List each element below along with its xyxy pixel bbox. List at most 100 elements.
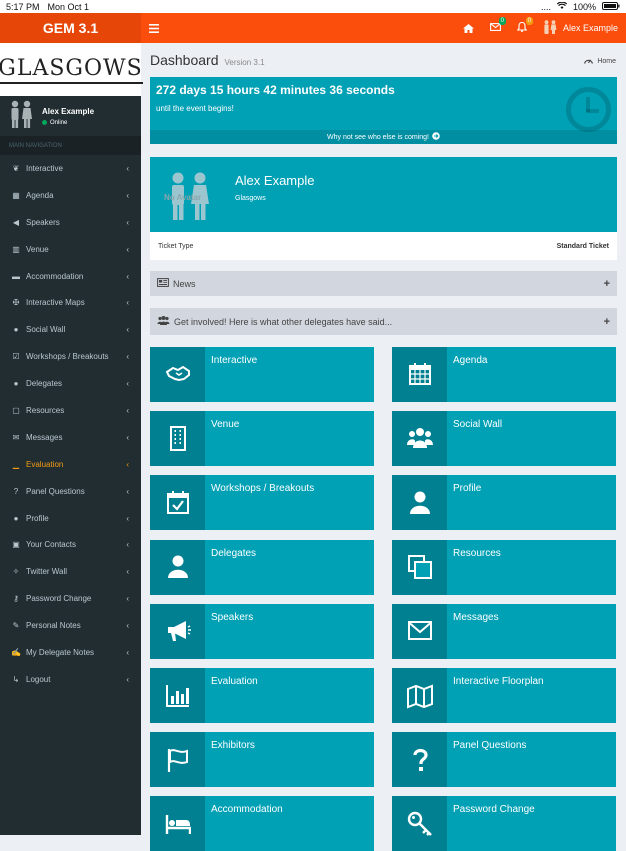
sidebar-item-workshops-breakouts[interactable]: ☑ Workshops / Breakouts ‹ (0, 343, 141, 370)
sidebar-item-logout[interactable]: ↳ Logout ‹ (0, 666, 141, 693)
sidebar-item-accommodation[interactable]: ▬ Accommodation ‹ (0, 263, 141, 290)
sidebar-item-speakers[interactable]: ◀ Speakers ‹ (0, 209, 141, 236)
sidebar-item-your-contacts[interactable]: ▣ Your Contacts ‹ (0, 531, 141, 558)
chevron-left-icon: ‹ (126, 621, 129, 631)
tile-interactive[interactable]: Interactive (150, 347, 374, 402)
tile-label: Delegates (211, 547, 257, 559)
sidebar-item-my-delegate-notes[interactable]: ✍ My Delegate Notes ‹ (0, 639, 141, 666)
tile-social-wall[interactable]: Social Wall (392, 411, 616, 467)
sidebar-item-label: Interactive Maps (26, 298, 85, 308)
megaphone-icon: ◀ (12, 217, 20, 227)
see-attendees-label: Why not see who else is coming! (327, 133, 429, 141)
tile-agenda[interactable]: Agenda (392, 347, 616, 402)
sidebar-item-messages[interactable]: ✉ Messages ‹ (0, 424, 141, 451)
user-icon (150, 539, 205, 595)
key-icon (392, 796, 447, 851)
tile-password-change[interactable]: Password Change (392, 796, 616, 851)
chevron-left-icon: ‹ (126, 567, 129, 577)
sidebar-item-resources[interactable]: ▢ Resources ‹ (0, 397, 141, 424)
see-attendees-link[interactable]: Why not see who else is coming! (150, 130, 617, 144)
profile-location: Glasgows (235, 195, 266, 202)
sidebar-item-label: Your Contacts (26, 540, 76, 550)
sidebar-item-label: Social Wall (26, 325, 66, 335)
signpost-icon: ✠ (12, 298, 20, 308)
sidebar-item-label: Resources (26, 405, 65, 415)
ticket-row: Ticket Type Standard Ticket (150, 232, 617, 260)
sidebar-item-interactive[interactable]: ❦ Interactive ‹ (0, 155, 141, 182)
sidebar-item-profile[interactable]: ● Profile ‹ (0, 505, 141, 532)
tile-venue[interactable]: Venue (150, 411, 374, 467)
tile-label: Interactive Floorplan (453, 676, 544, 687)
tile-label: Panel Questions (453, 740, 527, 752)
battery-percent: 100% (572, 1, 596, 12)
users-icon (157, 316, 170, 327)
sidebar-logo[interactable]: GLASGOWS (0, 43, 143, 96)
building-icon (150, 411, 205, 467)
tile-resources[interactable]: Resources (392, 539, 616, 595)
sidebar-item-personal-notes[interactable]: ✎ Personal Notes ‹ (0, 612, 141, 639)
tile-label: Resources (453, 547, 501, 559)
sidebar: GLASGOWS Alex Example Online MAIN NAVIGA… (0, 43, 143, 835)
megaphone-icon (150, 603, 205, 659)
status-date: Mon Oct 1 (47, 1, 90, 12)
tile-interactive-floorplan[interactable]: Interactive Floorplan (392, 668, 616, 723)
tile-delegates[interactable]: Delegates (150, 539, 374, 595)
expand-involved-icon[interactable]: + (604, 316, 610, 328)
chevron-left-icon: ‹ (126, 244, 129, 254)
sidebar-item-venue[interactable]: ▥ Venue ‹ (0, 236, 141, 263)
pencil-icon: ✎ (12, 621, 20, 631)
user-menu[interactable]: Alex Example (536, 20, 626, 36)
sidebar-item-panel-questions[interactable]: ? Panel Questions ‹ (0, 478, 141, 505)
tile-messages[interactable]: Messages (392, 603, 616, 659)
tile-label: Profile (453, 483, 482, 495)
tile-label: Agenda (453, 355, 488, 366)
tile-profile[interactable]: Profile (392, 475, 616, 531)
sidebar-item-delegates[interactable]: ● Delegates ‹ (0, 370, 141, 397)
breadcrumb[interactable]: Home (584, 57, 616, 66)
sidebar-item-agenda[interactable]: ▦ Agenda ‹ (0, 182, 141, 209)
expand-news-icon[interactable]: + (604, 278, 610, 290)
hamburger-icon[interactable] (149, 20, 159, 36)
chevron-left-icon: ‹ (126, 163, 129, 173)
newspaper-icon (157, 278, 169, 289)
status-bar: 5:17 PM Mon Oct 1 .... 100% (0, 0, 626, 13)
sidebar-item-social-wall[interactable]: ● Social Wall ‹ (0, 316, 141, 343)
tile-panel-questions[interactable]: Panel Questions (392, 732, 616, 788)
brand-logo[interactable]: GEM 3.1 (0, 13, 141, 43)
arrow-circle-right-icon (432, 132, 440, 142)
sidebar-item-label: Evaluation (26, 459, 64, 469)
notifications-nav-button[interactable]: 0 (509, 13, 536, 43)
chevron-left-icon: ‹ (126, 379, 129, 389)
messages-badge: 0 (498, 17, 506, 25)
sidebar-item-evaluation[interactable]: ▁ Evaluation ‹ (0, 451, 141, 478)
sidebar-item-password-change[interactable]: ⚷ Password Change ‹ (0, 585, 141, 612)
question-icon: ? (13, 486, 19, 496)
news-box[interactable]: News + (150, 271, 617, 296)
calendar-icon: ▦ (12, 190, 20, 200)
get-involved-box[interactable]: Get involved! Here is what other delegat… (150, 308, 617, 335)
messages-nav-button[interactable]: 0 (482, 13, 509, 43)
users-icon (392, 411, 447, 467)
copy-icon: ▢ (12, 405, 20, 415)
chevron-left-icon: ‹ (126, 459, 129, 469)
sidebar-item-interactive-maps[interactable]: ✠ Interactive Maps ‹ (0, 289, 141, 316)
tile-workshops-breakouts[interactable]: Workshops / Breakouts (150, 475, 374, 531)
sidebar-item-label: Personal Notes (26, 621, 81, 631)
user-icon: ● (13, 513, 19, 523)
sidebar-item-twitter-wall[interactable]: ✧ Twitter Wall ‹ (0, 558, 141, 585)
tile-exhibitors[interactable]: Exhibitors (150, 732, 374, 788)
building-icon: ▥ (12, 244, 20, 254)
tile-evaluation[interactable]: Evaluation (150, 668, 374, 723)
chevron-left-icon: ‹ (126, 298, 129, 308)
tile-speakers[interactable]: Speakers (150, 603, 374, 659)
chevron-left-icon: ‹ (126, 190, 129, 200)
online-status: Online (42, 120, 94, 126)
sidebar-item-label: Messages (26, 432, 63, 442)
home-icon[interactable] (455, 13, 482, 43)
ticket-type-value: Standard Ticket (556, 242, 609, 250)
breadcrumb-home: Home (597, 58, 616, 65)
tile-label: Interactive (211, 355, 258, 366)
tile-accommodation[interactable]: Accommodation (150, 796, 374, 851)
user-panel: Alex Example Online (0, 96, 141, 136)
tile-label: Speakers (211, 611, 254, 623)
